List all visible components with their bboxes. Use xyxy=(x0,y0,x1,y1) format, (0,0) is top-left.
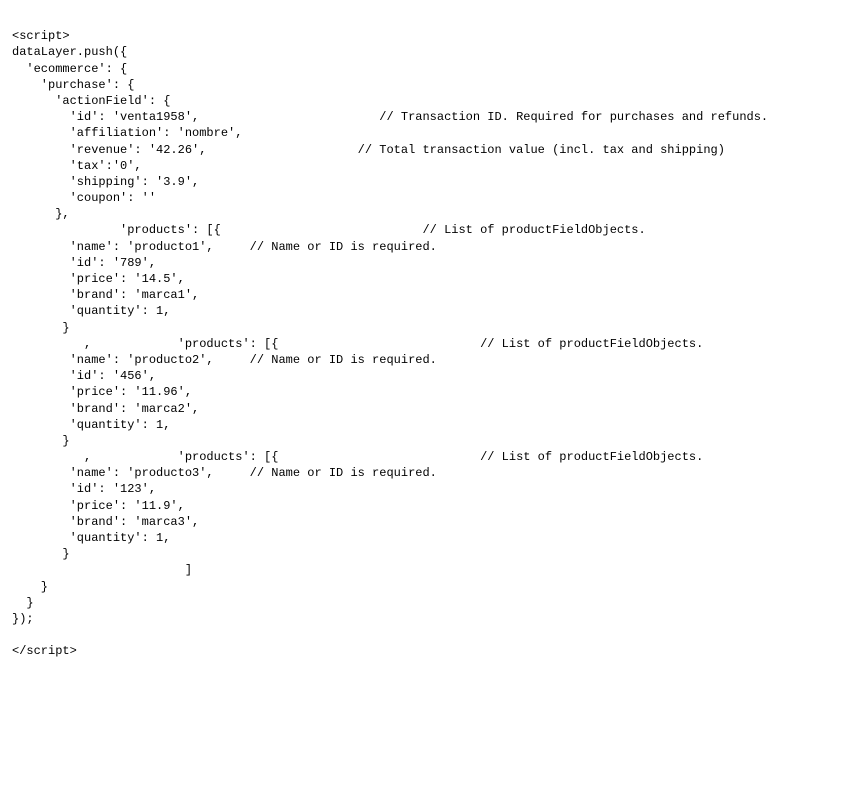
line-20: , 'products': [{ // List of productField… xyxy=(12,337,703,351)
line-14: 'name': 'producto1', // Name or ID is re… xyxy=(12,240,437,254)
line-18: 'quantity': 1, xyxy=(12,304,170,318)
line-29: 'id': '123', xyxy=(12,482,156,496)
line-16: 'price': '14.5', xyxy=(12,272,185,286)
line-31: 'brand': 'marca3', xyxy=(12,515,199,529)
line-2: dataLayer.push({ xyxy=(12,45,127,59)
line-23: 'price': '11.96', xyxy=(12,385,192,399)
line-37: }); xyxy=(12,612,34,626)
line-10: 'shipping': '3.9', xyxy=(12,175,199,189)
line-7: 'affiliation': 'nombre', xyxy=(12,126,242,140)
line-15: 'id': '789', xyxy=(12,256,156,270)
line-1: <script> xyxy=(12,29,70,43)
line-39: </script> xyxy=(12,644,77,658)
line-9: 'tax':'0', xyxy=(12,159,142,173)
line-6: 'id': 'venta1958', // Transaction ID. Re… xyxy=(12,110,768,124)
line-21: 'name': 'producto2', // Name or ID is re… xyxy=(12,353,437,367)
line-27: , 'products': [{ // List of productField… xyxy=(12,450,703,464)
line-13: 'products': [{ // List of productFieldOb… xyxy=(12,223,646,237)
line-30: 'price': '11.9', xyxy=(12,499,185,513)
line-5: 'actionField': { xyxy=(12,94,170,108)
line-17: 'brand': 'marca1', xyxy=(12,288,199,302)
code-block: <script> dataLayer.push({ 'ecommerce': {… xyxy=(12,28,850,676)
line-24: 'brand': 'marca2', xyxy=(12,402,199,416)
line-3: 'ecommerce': { xyxy=(12,62,127,76)
line-22: 'id': '456', xyxy=(12,369,156,383)
line-36: } xyxy=(12,596,34,610)
line-11: 'coupon': '' xyxy=(12,191,156,205)
line-19: } xyxy=(12,321,70,335)
line-26: } xyxy=(12,434,70,448)
line-8: 'revenue': '42.26', // Total transaction… xyxy=(12,143,725,157)
line-34: ] xyxy=(12,563,192,577)
line-12: }, xyxy=(12,207,70,221)
line-28: 'name': 'producto3', // Name or ID is re… xyxy=(12,466,437,480)
line-33: } xyxy=(12,547,70,561)
line-35: } xyxy=(12,580,48,594)
line-4: 'purchase': { xyxy=(12,78,134,92)
line-32: 'quantity': 1, xyxy=(12,531,170,545)
line-25: 'quantity': 1, xyxy=(12,418,170,432)
